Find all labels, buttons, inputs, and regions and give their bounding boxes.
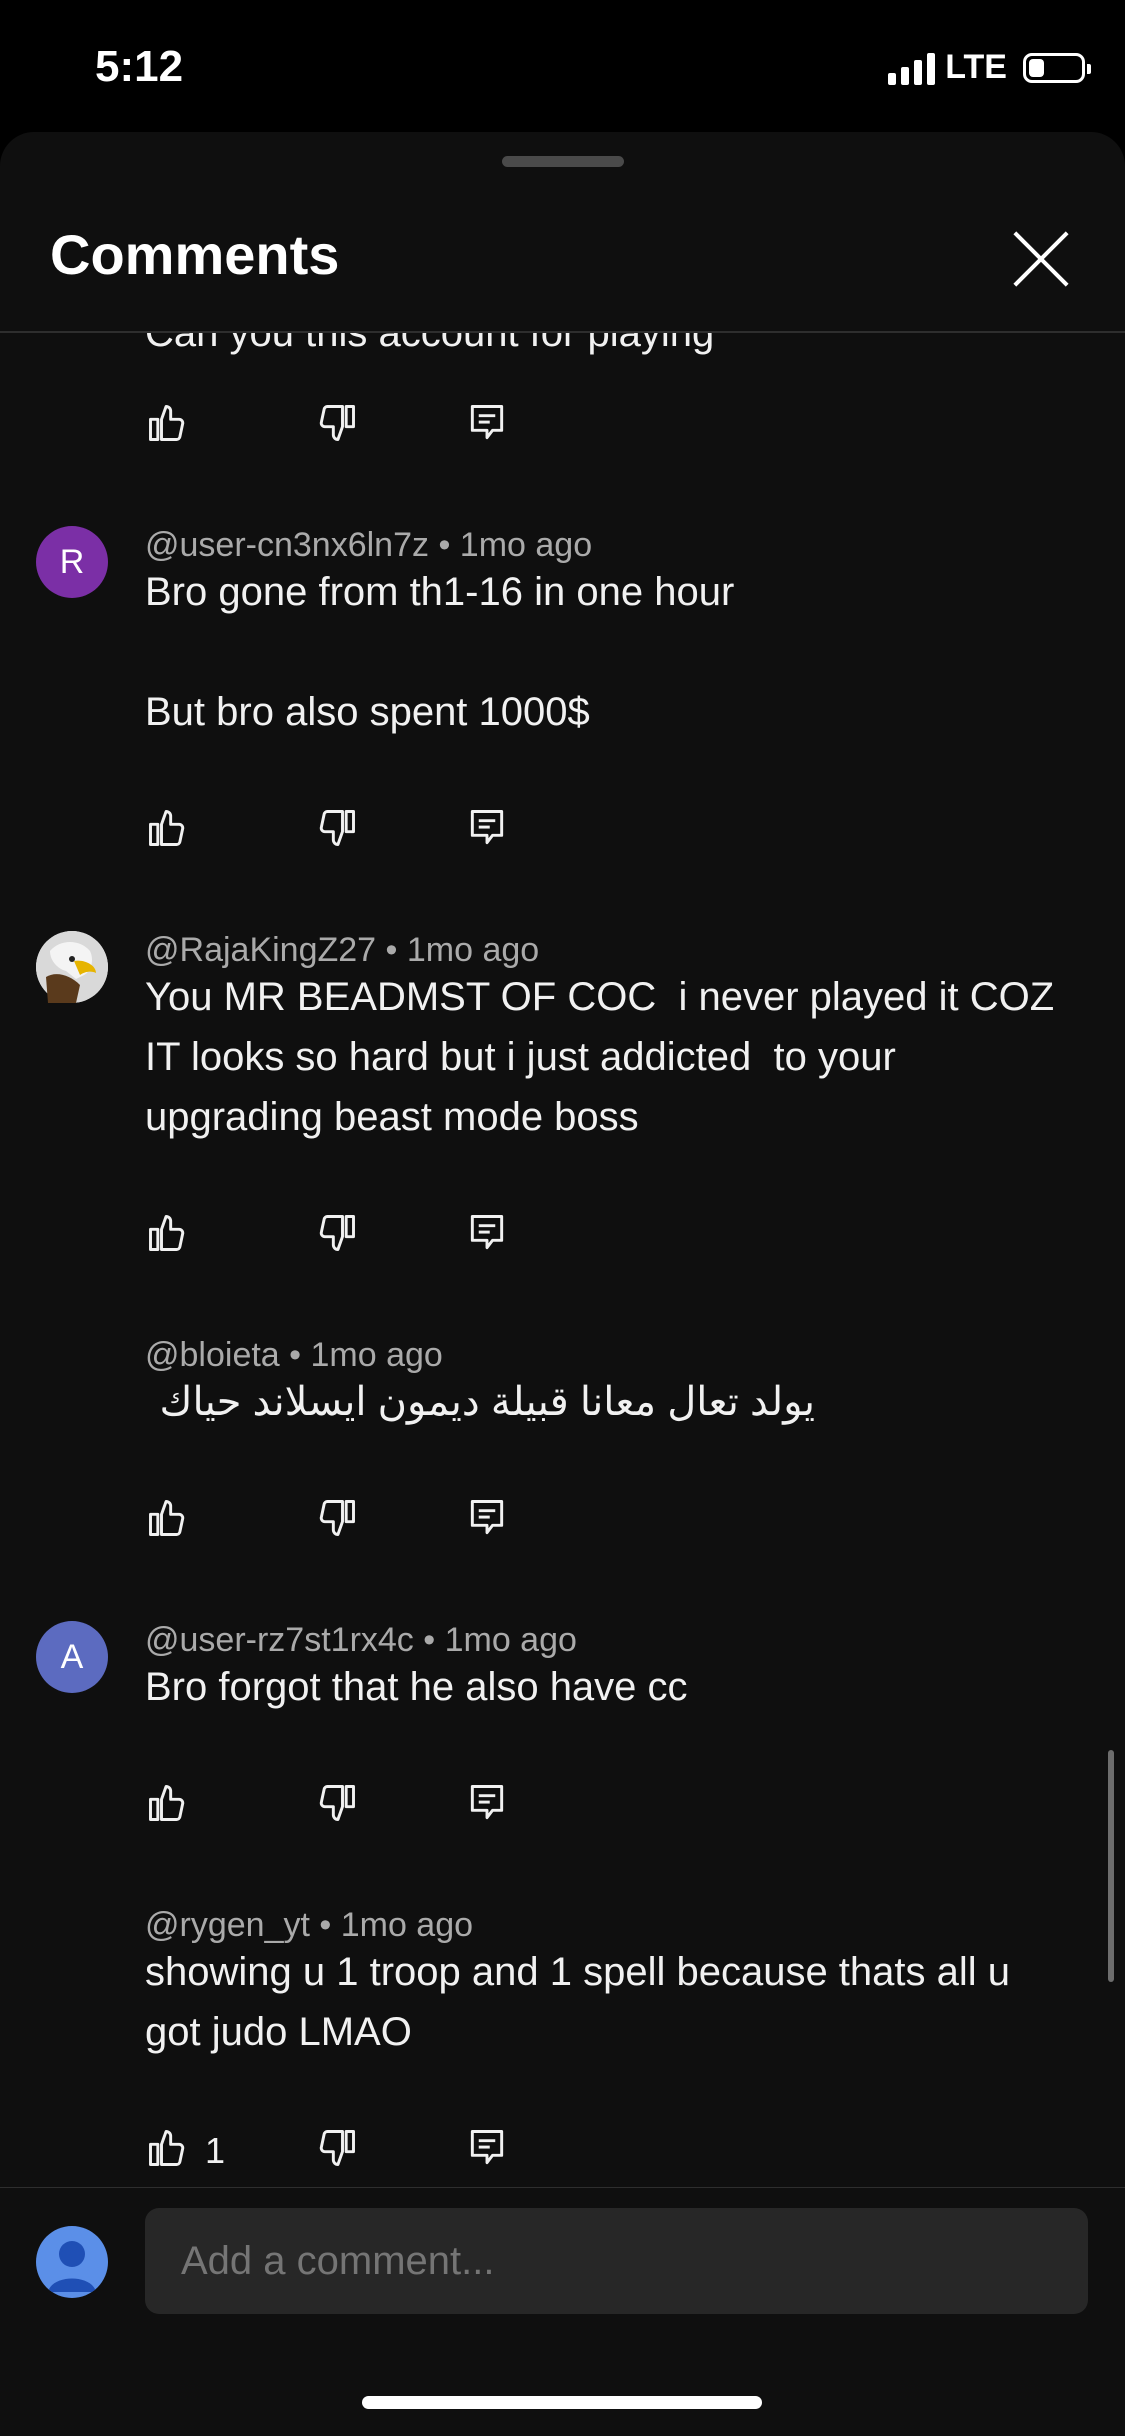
thumbs-up-icon[interactable]	[145, 1496, 195, 1546]
status-time: 5:12	[95, 42, 184, 91]
thumbs-up-icon[interactable]	[145, 1781, 195, 1831]
comment-meta: @RajaKingZ27 • 1mo ago	[145, 931, 540, 969]
comment-meta: @bloieta • 1mo ago	[145, 1336, 443, 1374]
thumbs-down-icon[interactable]	[315, 1781, 365, 1831]
reply-icon[interactable]	[465, 401, 515, 451]
comment-text: showing u 1 troop and 1 spell because th…	[145, 1950, 1022, 2054]
thumbs-up-icon[interactable]	[145, 401, 195, 451]
comment-text: You MR BEADMST OF COC i never played it …	[145, 975, 1066, 1139]
add-comment-input[interactable]	[145, 2208, 1088, 2314]
comment-age: 1mo ago	[340, 1906, 474, 1944]
reply-icon[interactable]	[465, 1211, 515, 1261]
comment-meta: @rygen_yt • 1mo ago	[145, 1906, 474, 1944]
comment-actions	[145, 401, 565, 451]
comment-age: 1mo ago	[406, 931, 540, 969]
comment-age: 1mo ago	[444, 1621, 577, 1659]
comment-author[interactable]: @rygen_yt	[145, 1906, 310, 1944]
close-icon[interactable]	[1010, 228, 1072, 290]
avatar[interactable]: R	[36, 526, 108, 598]
comment-author[interactable]: @user-cn3nx6ln7z	[145, 526, 429, 564]
battery-icon	[1023, 52, 1091, 83]
thumbs-down-icon[interactable]	[315, 2126, 365, 2176]
reply-icon[interactable]	[465, 2126, 515, 2176]
comment-actions	[145, 806, 565, 856]
comment-text: Bro gone from th1-16 in one hour But bro…	[145, 570, 735, 734]
comment-text: Bro forgot that he also have cc	[145, 1665, 688, 1709]
comment-actions: 1	[145, 2126, 565, 2176]
drag-handle[interactable]	[502, 156, 624, 167]
eagle-avatar[interactable]	[36, 931, 108, 1003]
status-indicators: LTE	[888, 48, 1091, 87]
comment-text: يولد تعال معانا قبيلة ديمون ايسلاند حياك	[159, 1380, 815, 1424]
like-count: 1	[205, 2130, 226, 2171]
reply-icon[interactable]	[465, 806, 515, 856]
comment-actions	[145, 1496, 565, 1546]
thumbs-up-icon[interactable]	[145, 806, 195, 856]
avatar[interactable]: A	[36, 1621, 108, 1693]
thumbs-down-icon[interactable]	[315, 1496, 365, 1546]
thumbs-down-icon[interactable]	[315, 401, 365, 451]
comment-list[interactable]: Can you this account for playing R @user…	[0, 333, 1125, 2188]
signal-icon	[888, 51, 936, 85]
thumbs-up-icon[interactable]	[145, 2126, 195, 2176]
comment-author[interactable]: @bloieta	[145, 1336, 280, 1374]
thumbs-up-icon[interactable]	[145, 1211, 195, 1261]
comment-age: 1mo ago	[459, 526, 593, 564]
status-bar: 5:12 LTE	[0, 0, 1125, 135]
comment-actions	[145, 1781, 565, 1831]
reply-icon[interactable]	[465, 1496, 515, 1546]
reply-icon[interactable]	[465, 1781, 515, 1831]
home-indicator[interactable]	[362, 2396, 762, 2409]
comment-actions	[145, 1211, 565, 1261]
comment-meta: @user-rz7st1rx4c • 1mo ago	[145, 1621, 577, 1659]
comment-author[interactable]: @user-rz7st1rx4c	[145, 1621, 414, 1659]
thumbs-down-icon[interactable]	[315, 806, 365, 856]
sheet-title: Comments	[50, 223, 340, 286]
network-label: LTE	[945, 48, 1007, 86]
thumbs-down-icon[interactable]	[315, 1211, 365, 1261]
user-avatar[interactable]	[36, 2226, 108, 2298]
scrollbar[interactable]	[1108, 1750, 1114, 1982]
comment-author[interactable]: @RajaKingZ27	[145, 931, 376, 969]
comment-meta: @user-cn3nx6ln7z • 1mo ago	[145, 526, 593, 564]
comment-age: 1mo ago	[310, 1336, 443, 1374]
cut-off-comment-text: Can you this account for playing	[145, 333, 715, 355]
